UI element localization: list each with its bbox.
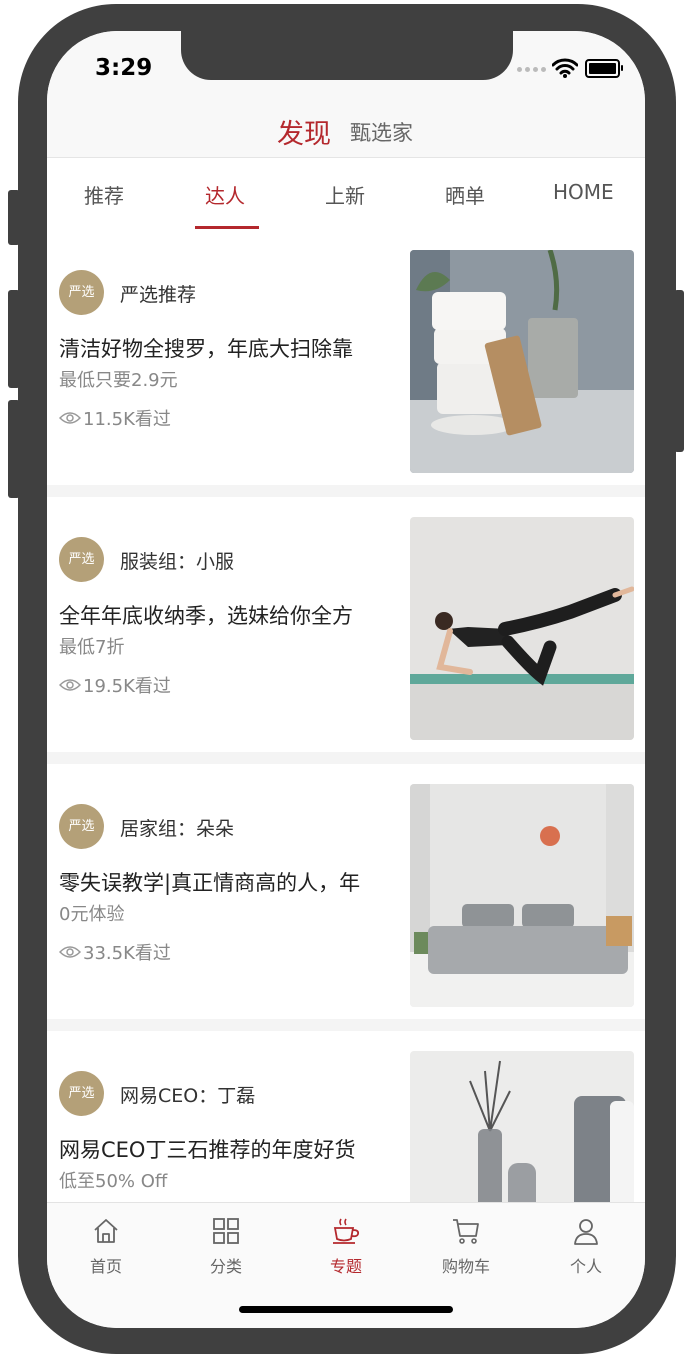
article-card[interactable]: 严选 服装组：小服 全年年底收纳季，选妹给你全方 最低7折 19.5K看过 — [47, 497, 645, 752]
screen: 3:29 发现 甄选家 推荐 达人 上新 晒单 HOME 严选 严选推荐 清洁好… — [47, 31, 645, 1328]
view-count: 11.5K看过 — [59, 405, 171, 431]
article-title: 清洁好物全搜罗，年底大扫除靠 — [59, 337, 353, 361]
author-name[interactable]: 严选推荐 — [120, 280, 196, 307]
avatar[interactable]: 严选 — [59, 1071, 104, 1116]
tab-home[interactable]: HOME — [553, 180, 614, 204]
article-card[interactable]: 严选 网易CEO：丁磊 网易CEO丁三石推荐的年度好货 低至50% Off — [47, 1031, 645, 1202]
article-subtitle: 0元体验 — [59, 904, 125, 925]
article-subtitle: 最低只要2.9元 — [59, 370, 178, 391]
tabbar-item-topics[interactable]: 专题 — [301, 1217, 391, 1277]
side-button-power — [674, 290, 684, 452]
cleaning-products-image — [410, 250, 634, 473]
article-card[interactable]: 严选 严选推荐 清洁好物全搜罗，年底大扫除靠 最低只要2.9元 11.5K看过 — [47, 230, 645, 485]
page-subtitle[interactable]: 甄选家 — [350, 117, 413, 147]
tabbar-item-home[interactable]: 首页 — [61, 1217, 151, 1277]
grid-icon — [213, 1218, 239, 1244]
side-button-volume-up — [8, 290, 20, 388]
wifi-icon — [552, 58, 578, 78]
tab-recommend[interactable]: 推荐 — [84, 180, 124, 209]
side-button-mute — [8, 190, 20, 245]
page-header: 发现 甄选家 — [47, 109, 645, 157]
view-count-text: 19.5K看过 — [83, 676, 171, 697]
view-count-text: 11.5K看过 — [83, 409, 171, 430]
side-button-volume-down — [8, 400, 20, 498]
battery-icon — [585, 59, 623, 78]
article-thumbnail[interactable] — [410, 1051, 634, 1202]
bedroom-image — [410, 784, 634, 1007]
article-thumbnail[interactable] — [410, 517, 634, 740]
article-title: 网易CEO丁三石推荐的年度好货 — [59, 1138, 356, 1162]
person-icon — [574, 1219, 598, 1245]
page-title: 发现 — [277, 119, 331, 150]
article-subtitle: 低至50% Off — [59, 1171, 168, 1192]
eye-icon — [59, 679, 81, 691]
view-count-text: 33.5K看过 — [83, 943, 171, 964]
article-feed[interactable]: 严选 严选推荐 清洁好物全搜罗，年底大扫除靠 最低只要2.9元 11.5K看过 — [47, 230, 645, 1202]
status-time: 3:29 — [95, 55, 153, 81]
article-subtitle: 最低7折 — [59, 637, 125, 658]
tab-experts[interactable]: 达人 — [205, 180, 245, 209]
tab-showcase[interactable]: 晒单 — [445, 180, 485, 209]
article-card[interactable]: 严选 居家组：朵朵 零失误教学|真正情商高的人，年 0元体验 33.5K看过 — [47, 764, 645, 1019]
tab-new[interactable]: 上新 — [325, 180, 365, 209]
home-indicator[interactable] — [239, 1306, 453, 1313]
author-name[interactable]: 服装组：小服 — [120, 547, 234, 574]
category-tabs: 推荐 达人 上新 晒单 HOME — [47, 157, 645, 231]
author-name[interactable]: 网易CEO：丁磊 — [120, 1081, 255, 1108]
eye-icon — [59, 412, 81, 424]
tabbar-label: 首页 — [89, 1257, 122, 1276]
tabbar-label: 个人 — [569, 1257, 602, 1276]
coffee-cup-icon — [333, 1218, 360, 1244]
tabbar-item-category[interactable]: 分类 — [181, 1217, 271, 1277]
tabbar-item-profile[interactable]: 个人 — [541, 1217, 631, 1277]
eye-icon — [59, 946, 81, 958]
article-thumbnail[interactable] — [410, 250, 634, 473]
yoga-woman-image — [410, 517, 634, 740]
cart-icon — [453, 1219, 479, 1244]
author-name[interactable]: 居家组：朵朵 — [120, 814, 234, 841]
active-tab-indicator — [195, 226, 259, 229]
home-icon — [94, 1219, 118, 1243]
tabbar-label: 分类 — [209, 1257, 242, 1276]
notch — [181, 31, 513, 80]
view-count: 19.5K看过 — [59, 672, 171, 698]
tabbar-label: 专题 — [329, 1257, 362, 1276]
article-thumbnail[interactable] — [410, 784, 634, 1007]
vase-decor-image — [410, 1051, 634, 1202]
tabbar-label: 购物车 — [441, 1257, 490, 1276]
tabbar-item-cart[interactable]: 购物车 — [421, 1217, 511, 1277]
avatar[interactable]: 严选 — [59, 270, 104, 315]
cellular-signal-icon — [517, 67, 546, 72]
article-title: 全年年底收纳季，选妹给你全方 — [59, 604, 353, 628]
avatar[interactable]: 严选 — [59, 537, 104, 582]
article-title: 零失误教学|真正情商高的人，年 — [59, 871, 361, 895]
view-count: 33.5K看过 — [59, 939, 171, 965]
avatar[interactable]: 严选 — [59, 804, 104, 849]
